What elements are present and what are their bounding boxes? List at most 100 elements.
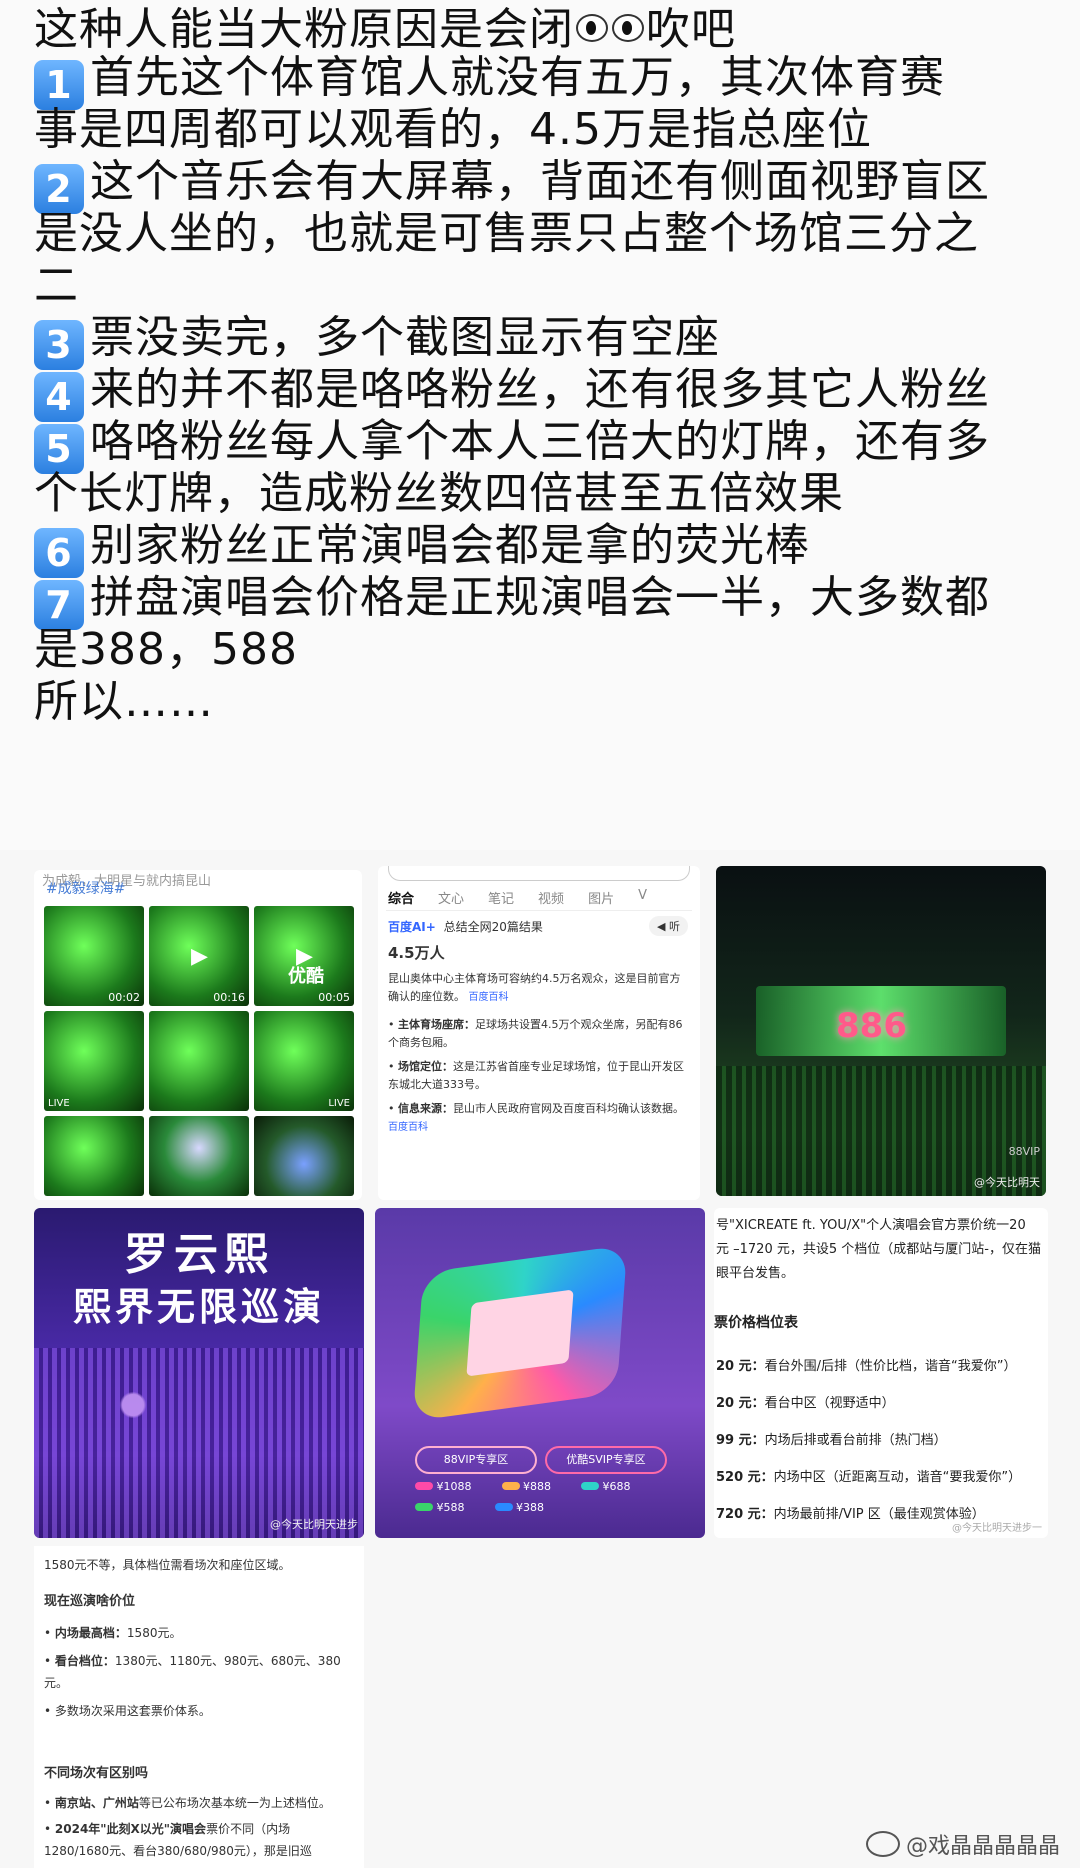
bullet-item: • 场馆定位：这是江苏省首座专业足球场馆，位于昆山开发区东城北大道333号。 — [388, 1060, 684, 1091]
search-box[interactable] — [388, 866, 690, 881]
bullet-text: 1580元。 — [126, 1626, 182, 1640]
price-value: ¥1088 — [436, 1480, 472, 1493]
video-thumb[interactable]: 00:02 — [44, 906, 144, 1006]
watermark-text: @戏晶晶晶晶晶 — [905, 1834, 1060, 1859]
thumb-time: 00:02 — [108, 991, 140, 1004]
section-bullets: • 内场最高档：1580元。 • 看台档位：1380元、1180元、980元、6… — [44, 1622, 344, 1722]
price-desc: 看台中区（视野适中） — [764, 1396, 895, 1411]
section-bullets: • 南京站、广州站等已公布场次基本统一为上述档位。 • 2024年"此刻X以光"… — [44, 1792, 354, 1862]
image-seat-map[interactable]: 88VIP专享区 优酷SVIP专享区 ¥1088 ¥888 ¥688 ¥588 … — [375, 1208, 705, 1538]
price-amount: 20 元： — [716, 1359, 765, 1374]
poster-tour: 熙界无限巡演 — [72, 1284, 325, 1329]
bullet-item: • 多数场次采用这套票价体系。 — [44, 1704, 211, 1718]
image-price-tiers[interactable]: 号"XICREATE ft. YOU/X"个人演唱会官方票价统一20 元 –17… — [714, 1208, 1048, 1538]
post-line-12: 是388，588 — [34, 620, 298, 680]
answer-headline: 4.5万人 — [388, 944, 445, 962]
answer-bullets: • 主体育场座席：足球场共设置4.5万个观众坐席，另配有86个商务包厢。 • 场… — [388, 1016, 688, 1137]
image-baidu-search[interactable]: 综合 文心 笔记 视频 图片 V 百度AI+ 总结全网20篇结果 ◀ 听 4.5… — [378, 866, 700, 1200]
price-value: ¥888 — [523, 1480, 551, 1493]
bullet-item: • 内场最高档：1580元。 — [44, 1626, 182, 1640]
source-link[interactable]: 百度百科 — [469, 992, 509, 1003]
source-link[interactable]: 百度百科 — [388, 1122, 428, 1133]
post-text-span: 是388，588 — [34, 624, 298, 675]
zone-svip[interactable]: 优酷SVIP专享区 — [545, 1446, 667, 1474]
video-thumb[interactable] — [149, 1116, 249, 1196]
lightstick-crowd — [34, 1348, 364, 1538]
vip-tag: 88VIP — [1008, 1145, 1040, 1158]
weibo-watermark: @戏晶晶晶晶晶 — [865, 1828, 1060, 1860]
live-badge: LIVE — [48, 1098, 70, 1109]
answer-intro: 昆山奥体中心主体育场可容纳约4.5万名观众，这是目前官方确认的座位数。 百度百科 — [388, 970, 688, 1007]
video-thumb[interactable] — [44, 1116, 144, 1196]
live-badge: LIVE — [328, 1098, 350, 1109]
price-table-title: 票价格档位表 — [714, 1315, 798, 1331]
post-text-span: 咯咯粉丝每人拿个本人三倍大的灯牌，还有多 — [90, 416, 990, 467]
price-rows: 20 元：看台外围/后排（性价比档，谐音“我爱你”） 20 元：看台中区（视野适… — [716, 1348, 1046, 1533]
weibo-logo-icon — [865, 1831, 900, 1857]
price-desc: 看台外围/后排（性价比档，谐音“我爱你”） — [764, 1359, 1017, 1374]
ai-summary-row: 百度AI+ 总结全网20篇结果 — [388, 918, 543, 935]
price-row: 99 元：内场后排或看台前排（热门档） — [716, 1422, 1046, 1459]
ai-summary-text: 总结全网20篇结果 — [443, 920, 543, 934]
zone-88vip[interactable]: 88VIP专享区 — [415, 1446, 537, 1474]
stadium-map[interactable] — [412, 1244, 628, 1422]
price-legend-item: ¥388 — [494, 1501, 544, 1514]
tab-wenxin[interactable]: 文心 — [438, 888, 464, 907]
watermark: @今天比明天 — [974, 1176, 1040, 1189]
price-value: ¥688 — [602, 1480, 631, 1493]
thumb-time: 00:05 — [318, 991, 350, 1004]
post-line-5: 二 — [34, 256, 79, 316]
video-thumb[interactable]: LIVE — [44, 1011, 144, 1111]
price-legend-item: ¥888 — [501, 1480, 551, 1493]
video-thumb[interactable]: LIVE — [254, 1011, 354, 1111]
post-text-span: 别家粉丝正常演唱会都是拿的荧光棒 — [90, 520, 810, 571]
price-header: 号"XICREATE ft. YOU/X"个人演唱会官方票价统一20 元 –17… — [716, 1218, 1041, 1281]
tab-images[interactable]: 图片 — [588, 888, 614, 907]
post-text-span: 这个音乐会有大屏幕，背面还有侧面视野盲区 — [90, 156, 990, 207]
image-green-fansea[interactable]: 为成毅，大明星与就内搞昆山 #成毅绿海# 00:02 ▶ 00:16 ▶ 优酷 00:… — [34, 870, 362, 1200]
post-line-2: 事是四周都可以观看的，4.5万是指总座位 — [34, 100, 872, 160]
post-text-span: 个长灯牌，造成粉丝数四倍甚至五倍效果 — [34, 468, 844, 519]
price-row: 520 元：内场中区（近距离互动，谐音“要我爱你”） — [716, 1459, 1046, 1496]
intro-text: 昆山奥体中心主体育场可容纳约4.5万名观众，这是目前官方确认的座位数。 — [388, 972, 681, 1003]
play-icon: ▶ — [191, 944, 208, 969]
bullet-item: • 信息来源：昆山市人民政府官网及百度百科均确认该数据。 百度百科 — [388, 1102, 684, 1133]
video-thumb[interactable]: ▶ 优酷 00:05 — [254, 906, 354, 1006]
price-legend-item: ¥1088 — [415, 1480, 472, 1493]
price-legend-item: ¥588 — [415, 1501, 465, 1514]
tab-all[interactable]: 综合 — [388, 888, 414, 907]
speaker-icon: ◀ — [657, 920, 666, 933]
tab-video[interactable]: 视频 — [538, 888, 564, 907]
video-thumb[interactable] — [149, 1011, 249, 1111]
price-amount: 99 元： — [716, 1433, 765, 1448]
price-legend: ¥1088 ¥888 ¥688 ¥588 ¥388 — [415, 1480, 665, 1514]
post-line-4: 是没人坐的，也就是可售票只占整个场馆三分之 — [34, 204, 979, 264]
bullet-title: 看台档位： — [54, 1654, 115, 1668]
post-text-span: 票没卖完，多个截图显示有空座 — [90, 312, 720, 363]
tab-more[interactable]: V — [638, 888, 647, 907]
section-title: 不同场次有区别吗 — [44, 1766, 149, 1781]
image-purple-concert[interactable]: 罗云熙 熙界无限巡演 @今天比明天进步 — [34, 1208, 364, 1538]
price-value: ¥388 — [516, 1501, 544, 1514]
section-title: 现在巡演啥价位 — [44, 1594, 136, 1609]
bullet-title: 信息来源： — [398, 1102, 453, 1115]
bullet-text: 多数场次采用这套票价体系。 — [54, 1704, 211, 1718]
post-text-span: 拼盘演唱会价格是正规演唱会一半，大多数都 — [90, 572, 990, 623]
image-stadium-concert[interactable]: 886 88VIP @今天比明天 — [716, 866, 1046, 1196]
post-line-13: 所以…… — [34, 672, 214, 732]
video-thumb[interactable] — [254, 1116, 354, 1196]
price-amount: 720 元： — [716, 1507, 774, 1522]
hashtag-link[interactable]: #成毅绿海# — [46, 878, 125, 898]
baidu-ai-logo: 百度AI+ — [388, 920, 436, 934]
bullet-item: • 主体育场座席：足球场共设置4.5万个观众坐席，另配有86个商务包厢。 — [388, 1018, 683, 1049]
image-tour-prices[interactable]: 1580元不等，具体档位需看场次和座位区域。 现在巡演啥价位 • 内场最高档：1… — [34, 1546, 364, 1868]
bullet-title: 2024年"此刻X以光"演唱会 — [54, 1822, 207, 1836]
tab-notes[interactable]: 笔记 — [488, 888, 514, 907]
price-amount: 20 元： — [716, 1396, 765, 1411]
tab-bar: 综合 文心 笔记 视频 图片 V — [388, 888, 647, 907]
price-value: ¥588 — [436, 1501, 465, 1514]
bullet-item: • 看台档位：1380元、1180元、980元、680元、380元。 — [44, 1654, 341, 1690]
listen-button[interactable]: ◀ 听 — [649, 916, 688, 936]
video-thumb[interactable]: ▶ 00:16 — [149, 906, 249, 1006]
bullet-title: 主体育场座席： — [398, 1018, 475, 1031]
